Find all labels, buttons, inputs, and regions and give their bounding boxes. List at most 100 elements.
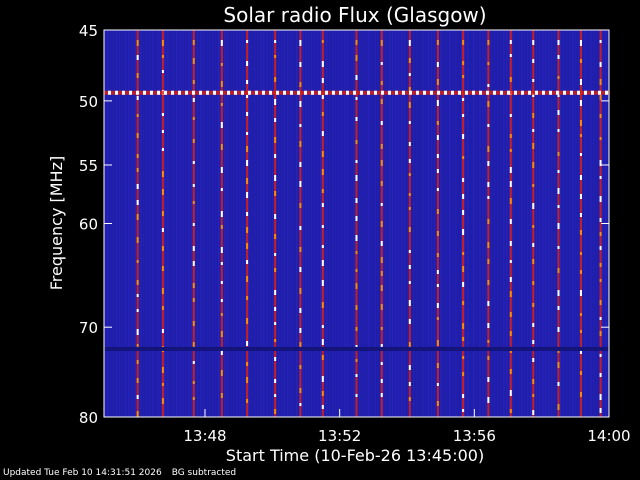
burst-speckle bbox=[509, 409, 512, 413]
interference-dot bbox=[535, 90, 538, 95]
burst-speckle bbox=[436, 154, 439, 158]
texture-stripe bbox=[239, 30, 241, 417]
burst-speckle bbox=[380, 304, 383, 310]
updated-text: Updated Tue Feb 10 14:31:51 2026 bbox=[3, 468, 162, 478]
burst-speckle bbox=[321, 131, 324, 136]
burst-speckle bbox=[299, 101, 302, 107]
burst-speckle bbox=[246, 95, 249, 98]
texture-stripe bbox=[530, 30, 532, 417]
burst-speckle bbox=[436, 100, 439, 106]
texture-stripe bbox=[215, 30, 217, 417]
burst-speckle bbox=[299, 308, 302, 313]
band-gap bbox=[104, 346, 609, 351]
interference-dot bbox=[185, 90, 188, 95]
burst-speckle bbox=[246, 178, 249, 184]
burst-speckle bbox=[599, 317, 602, 320]
texture-stripe bbox=[518, 30, 520, 417]
burst-speckle bbox=[355, 235, 358, 241]
texture-stripe bbox=[308, 30, 310, 417]
texture-stripe bbox=[197, 30, 199, 417]
burst-speckle bbox=[136, 114, 139, 117]
burst-speckle bbox=[509, 277, 512, 282]
texture-stripe bbox=[320, 30, 322, 417]
burst-speckle bbox=[274, 154, 277, 158]
texture-stripe bbox=[527, 30, 529, 417]
burst-speckle bbox=[579, 134, 582, 137]
texture-stripe bbox=[449, 30, 451, 417]
burst-speckle bbox=[192, 184, 195, 187]
interference-dot bbox=[367, 90, 370, 95]
interference-dot bbox=[178, 90, 181, 95]
burst-speckle bbox=[321, 189, 324, 193]
burst-speckle bbox=[299, 403, 302, 406]
interference-dot bbox=[465, 90, 468, 95]
burst-speckle bbox=[220, 262, 223, 265]
x-tick-label: 13:56 bbox=[453, 427, 496, 445]
burst-speckle bbox=[355, 55, 358, 61]
texture-stripe bbox=[362, 30, 364, 417]
texture-stripe bbox=[266, 30, 268, 417]
burst-column bbox=[246, 30, 249, 417]
burst-speckle bbox=[246, 146, 249, 152]
texture-stripe bbox=[191, 30, 193, 417]
burst-speckle bbox=[557, 170, 560, 173]
burst-speckle bbox=[462, 337, 465, 341]
interference-dot bbox=[339, 90, 342, 95]
burst-speckle bbox=[579, 175, 582, 180]
burst-speckle bbox=[532, 59, 535, 63]
texture-stripe bbox=[503, 30, 505, 417]
texture-stripe bbox=[575, 30, 577, 417]
burst-speckle bbox=[532, 40, 535, 45]
burst-speckle bbox=[532, 281, 535, 285]
burst-speckle bbox=[599, 79, 602, 85]
burst-speckle bbox=[436, 209, 439, 214]
burst-speckle bbox=[274, 379, 277, 383]
burst-speckle bbox=[274, 77, 277, 82]
burst-speckle bbox=[408, 87, 411, 91]
burst-speckle bbox=[509, 114, 512, 117]
texture-stripe bbox=[536, 30, 538, 417]
interference-dot bbox=[304, 90, 307, 95]
texture-stripe bbox=[398, 30, 400, 417]
burst-speckle bbox=[380, 62, 383, 65]
burst-speckle bbox=[436, 188, 439, 191]
interference-dot bbox=[283, 90, 286, 95]
texture-stripe bbox=[413, 30, 415, 417]
burst-speckle bbox=[274, 137, 277, 143]
texture-stripe bbox=[269, 30, 271, 417]
burst-speckle bbox=[136, 200, 139, 205]
burst-speckle bbox=[220, 40, 223, 46]
burst-speckle bbox=[509, 219, 512, 224]
burst-speckle bbox=[579, 40, 582, 46]
texture-stripe bbox=[434, 30, 436, 417]
burst-speckle bbox=[274, 394, 277, 397]
texture-stripe bbox=[539, 30, 541, 417]
texture-stripe bbox=[371, 30, 373, 417]
burst-speckle bbox=[355, 216, 358, 221]
burst-speckle bbox=[321, 112, 324, 116]
burst-speckle bbox=[487, 219, 490, 224]
burst-speckle bbox=[532, 203, 535, 209]
interference-dot bbox=[472, 90, 475, 95]
burst-speckle bbox=[220, 144, 223, 150]
interference-dot bbox=[157, 90, 160, 95]
burst-speckle bbox=[299, 388, 302, 393]
burst-speckle bbox=[436, 121, 439, 125]
burst-speckle bbox=[192, 246, 195, 251]
texture-stripe bbox=[566, 30, 568, 417]
burst-speckle bbox=[246, 341, 249, 346]
burst-speckle bbox=[380, 81, 383, 85]
burst-speckle bbox=[487, 161, 490, 166]
burst-speckle bbox=[161, 130, 164, 133]
texture-stripe bbox=[542, 30, 544, 417]
burst-speckle bbox=[462, 252, 465, 255]
interference-dot bbox=[262, 90, 265, 95]
burst-speckle bbox=[557, 362, 560, 368]
burst-speckle bbox=[579, 270, 582, 274]
interference-dot bbox=[430, 90, 433, 95]
texture-stripe bbox=[170, 30, 172, 417]
texture-stripe bbox=[548, 30, 550, 417]
burst-speckle bbox=[380, 241, 383, 246]
texture-stripe bbox=[383, 30, 385, 417]
burst-speckle bbox=[462, 282, 465, 287]
